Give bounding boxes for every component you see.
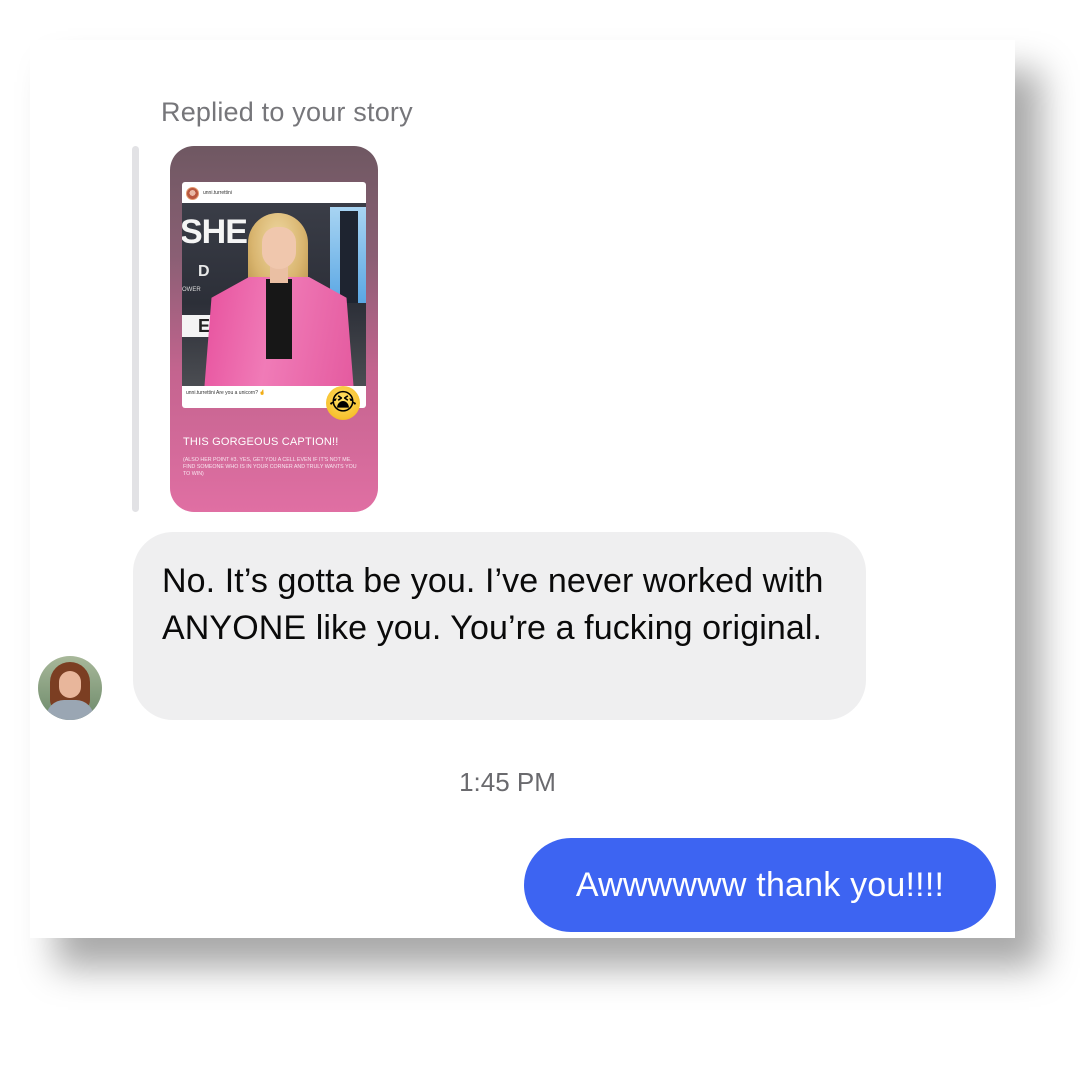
background-screen <box>330 207 366 303</box>
person-top <box>266 279 292 359</box>
shared-post: unni.turrettini SHE D OWER E unni.turret… <box>182 182 366 408</box>
post-caption: unni.turrettini Are you a unicorn? 🤞 <box>186 390 266 396</box>
post-username: unni.turrettini <box>203 190 232 196</box>
incoming-message-bubble[interactable]: No. It’s gotta be you. I’ve never worked… <box>133 532 866 720</box>
post-header: unni.turrettini <box>186 186 232 200</box>
outgoing-message-bubble[interactable]: Awwwwww thank you!!!! <box>524 838 996 932</box>
post-photo: SHE D OWER E <box>182 203 366 386</box>
sign-text: SHE <box>182 213 248 251</box>
sign-text-d: D <box>198 263 210 280</box>
story-title: THIS GORGEOUS CAPTION!! <box>183 436 339 448</box>
sign-text-e: E <box>182 315 212 337</box>
sign-text-ower: OWER <box>182 287 201 293</box>
sender-avatar[interactable] <box>38 656 102 720</box>
person-face <box>262 227 296 269</box>
replied-to-story-label: Replied to your story <box>161 97 413 127</box>
story-subtitle: (ALSO HER POINT #3. YES, GET YOU A CELL … <box>183 457 357 478</box>
post-avatar <box>186 186 199 200</box>
reply-quote-bar <box>132 146 139 512</box>
crying-face-icon: 😭 <box>326 386 360 420</box>
story-preview[interactable]: unni.turrettini SHE D OWER E unni.turret… <box>170 146 378 512</box>
message-timestamp: 1:45 PM <box>459 767 556 797</box>
